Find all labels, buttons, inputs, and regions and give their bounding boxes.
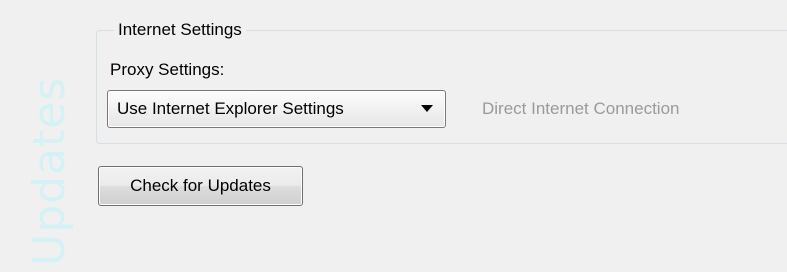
check-for-updates-button[interactable]: Check for Updates	[98, 166, 303, 206]
proxy-settings-selected-value: Use Internet Explorer Settings	[117, 99, 344, 118]
proxy-settings-label: Proxy Settings:	[110, 60, 225, 79]
internet-settings-group-label: Internet Settings	[114, 20, 246, 40]
connection-status-text: Direct Internet Connection	[482, 99, 680, 118]
chevron-down-icon[interactable]	[421, 105, 433, 112]
updates-side-title: Updates	[24, 76, 75, 266]
proxy-settings-dropdown[interactable]: Use Internet Explorer Settings	[107, 90, 446, 128]
